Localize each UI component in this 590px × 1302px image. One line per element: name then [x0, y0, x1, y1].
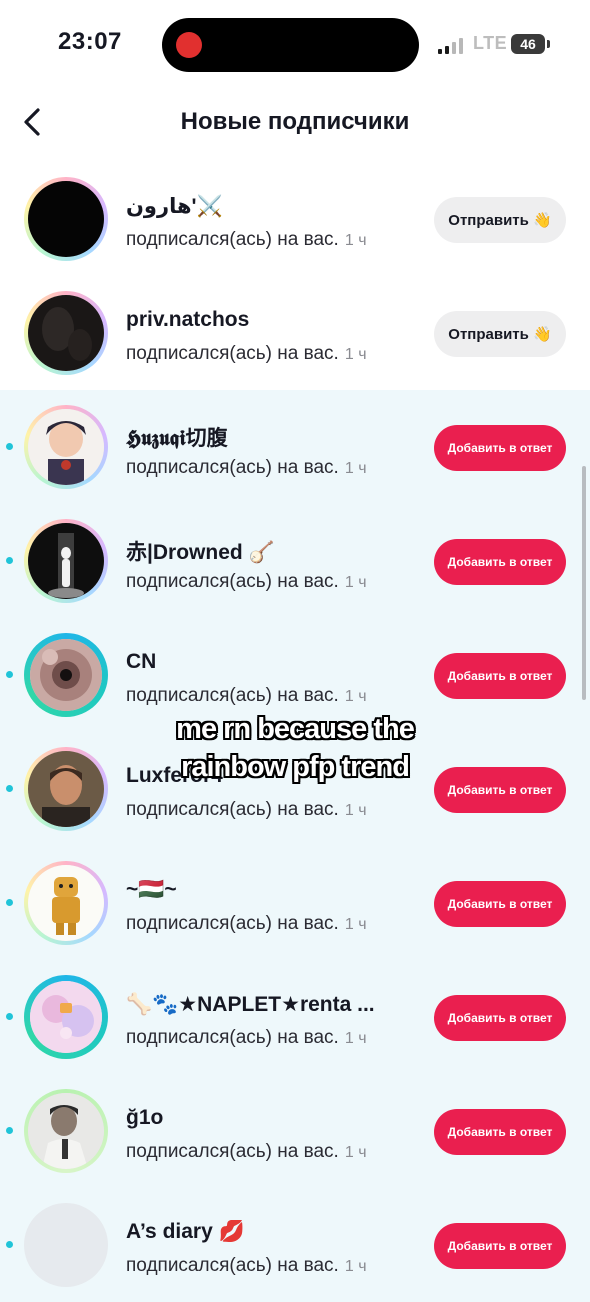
follow-back-button[interactable]: Добавить в ответ [434, 539, 566, 585]
avatar-image [28, 523, 104, 599]
send-wave-button[interactable]: Отправить 👋 [434, 311, 566, 357]
avatar-image [30, 639, 102, 711]
time-ago: 1 ч [344, 688, 367, 705]
follow-status-text: подписался(ась) на вас. [126, 457, 339, 478]
follow-status: подписался(ась) на вас. 1 ч [126, 913, 367, 935]
avatar[interactable] [24, 633, 108, 717]
follower-row[interactable]: هارون'⚔️ подписался(ась) на вас. 1 ч Отпр… [0, 162, 590, 276]
scrollbar[interactable] [582, 466, 586, 700]
follow-back-button[interactable]: Добавить в ответ [434, 1109, 566, 1155]
signal-strength-icon [438, 36, 463, 54]
avatar[interactable] [24, 1089, 108, 1173]
follow-status: подписался(ась) на вас. 1 ч [126, 1141, 367, 1163]
dynamic-island [162, 18, 419, 72]
follower-row[interactable]: ~🇭🇺~ подписался(ась) на вас. 1 ч Добавить… [0, 846, 590, 960]
time-ago: 1 ч [344, 346, 367, 363]
avatar-image [28, 409, 104, 485]
avatar[interactable] [24, 519, 108, 603]
follow-back-button[interactable]: Добавить в ответ [434, 653, 566, 699]
follower-name[interactable]: ~🇭🇺~ [126, 878, 177, 902]
unread-dot-icon [6, 785, 13, 792]
follow-status-text: подписался(ась) на вас. [126, 571, 339, 592]
time-ago: 1 ч [344, 916, 367, 933]
nav-header: Новые подписчики [0, 90, 590, 160]
follow-status-text: подписался(ась) на вас. [126, 1141, 339, 1162]
network-label: LTE [473, 33, 508, 53]
follow-status: подписался(ась) на вас. 1 ч [126, 457, 367, 479]
follower-row[interactable]: 𝕳𝖚𝖟𝖚𝖖𝖎切腹 подписался(ась) на вас. 1 ч Доба… [0, 390, 590, 504]
video-caption-line-1: me rn because the [176, 713, 415, 745]
avatar-image [24, 1203, 108, 1287]
follower-name[interactable]: A’s diary 💋 [126, 1220, 245, 1244]
unread-dot-icon [6, 671, 13, 678]
avatar[interactable] [24, 291, 108, 375]
avatar-image [28, 865, 104, 941]
avatar-image [28, 295, 104, 371]
time-ago: 1 ч [344, 232, 367, 249]
avatar-image [28, 1093, 104, 1169]
follower-name[interactable]: ğ1o [126, 1106, 163, 1130]
avatar[interactable] [24, 405, 108, 489]
follow-status: подписался(ась) на вас. 1 ч [126, 1027, 367, 1049]
follow-status-text: подписался(ась) на вас. [126, 799, 339, 820]
follow-status-text: подписался(ась) на вас. [126, 229, 339, 250]
status-bar: 23:07 LTE 46 [0, 0, 590, 90]
follow-status: подписался(ась) на вас. 1 ч [126, 1255, 367, 1277]
follow-status: подписался(ась) на вас. 1 ч [126, 571, 367, 593]
follow-status: подписался(ась) на вас. 1 ч [126, 799, 367, 821]
unread-dot-icon [6, 557, 13, 564]
avatar[interactable] [24, 975, 108, 1059]
follow-status: подписался(ась) на вас. 1 ч [126, 229, 367, 251]
unread-dot-icon [6, 443, 13, 450]
follow-status: подписался(ась) на вас. 1 ч [126, 343, 367, 365]
follow-back-button[interactable]: Добавить в ответ [434, 1223, 566, 1269]
avatar-image [30, 981, 102, 1053]
time-ago: 1 ч [344, 574, 367, 591]
page-title: Новые подписчики [180, 108, 410, 135]
avatar[interactable] [24, 861, 108, 945]
follower-name[interactable]: 𝕳𝖚𝖟𝖚𝖖𝖎切腹 [126, 422, 228, 452]
follow-status-text: подписался(ась) на вас. [126, 913, 339, 934]
follower-row[interactable]: A’s diary 💋 подписался(ась) на вас. 1 ч Д… [0, 1188, 590, 1302]
follow-back-button[interactable]: Добавить в ответ [434, 881, 566, 927]
time-ago: 1 ч [344, 1144, 367, 1161]
time-ago: 1 ч [344, 1258, 367, 1275]
time-ago: 1 ч [344, 460, 367, 477]
follow-back-button[interactable]: Добавить в ответ [434, 425, 566, 471]
time-ago: 1 ч [344, 1030, 367, 1047]
send-wave-button[interactable]: Отправить 👋 [434, 197, 566, 243]
follower-row[interactable]: 赤|Drowned 🪕 подписался(ась) на вас. 1 ч Д… [0, 504, 590, 618]
follower-row[interactable]: 🦴🐾★NAPLET★renta ... подписался(ась) на в… [0, 960, 590, 1074]
recording-indicator-icon [176, 32, 202, 58]
follower-name[interactable]: 赤|Drowned 🪕 [126, 536, 275, 566]
follower-row[interactable]: priv.natchos подписался(ась) на вас. 1 ч … [0, 276, 590, 390]
time-ago: 1 ч [344, 802, 367, 819]
follower-name[interactable]: هارون'⚔️ [126, 194, 223, 219]
unread-dot-icon [6, 1241, 13, 1248]
unread-dot-icon [6, 1013, 13, 1020]
avatar-image [28, 181, 104, 257]
video-caption-line-2: rainbow pfp trend [181, 751, 410, 783]
follow-status-text: подписался(ась) на вас. [126, 1255, 339, 1276]
avatar[interactable] [24, 1203, 108, 1287]
status-time: 23:07 [58, 28, 122, 55]
follower-name[interactable]: CN [126, 650, 156, 674]
follow-status-text: подписался(ась) на вас. [126, 343, 339, 364]
follower-name[interactable]: 🦴🐾★NAPLET★renta ... [126, 992, 375, 1017]
unread-dot-icon [6, 899, 13, 906]
follow-back-button[interactable]: Добавить в ответ [434, 995, 566, 1041]
unread-dot-icon [6, 1127, 13, 1134]
follow-status-text: подписался(ась) на вас. [126, 1027, 339, 1048]
follower-name[interactable]: priv.natchos [126, 308, 249, 332]
follow-status: подписался(ась) на вас. 1 ч [126, 685, 367, 707]
battery-icon: 46 [511, 34, 550, 54]
avatar[interactable] [24, 177, 108, 261]
follow-status-text: подписался(ась) на вас. [126, 685, 339, 706]
follower-row[interactable]: ğ1o подписался(ась) на вас. 1 ч Добавить … [0, 1074, 590, 1188]
